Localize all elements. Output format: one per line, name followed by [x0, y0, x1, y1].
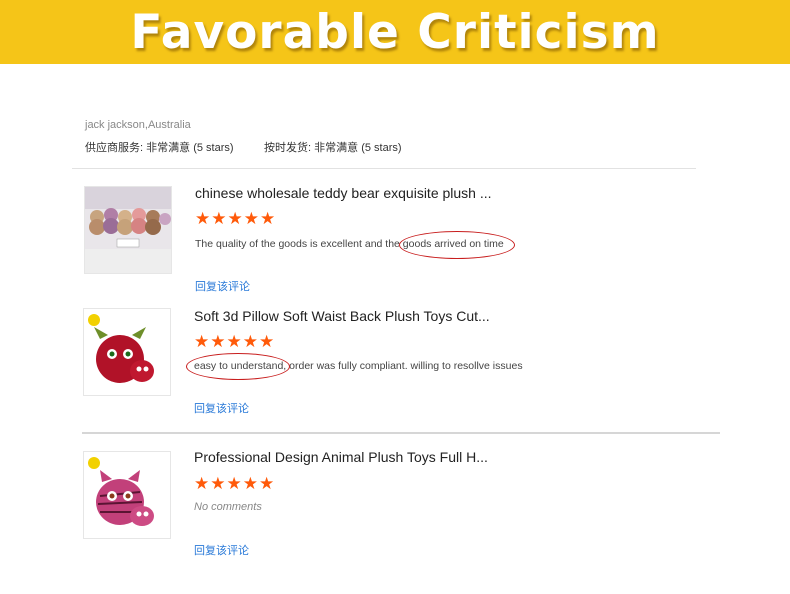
review-comment: No comments	[194, 501, 262, 513]
product-title[interactable]: chinese wholesale teddy bear exquisite p…	[195, 185, 492, 201]
rating-stars-icon: ★★★★★	[194, 474, 276, 493]
product-thumbnail[interactable]	[83, 308, 171, 396]
product-thumbnail[interactable]	[84, 186, 172, 274]
rating-stars-icon: ★★★★★	[194, 332, 276, 351]
review-divider	[82, 432, 720, 434]
reply-to-review-link[interactable]: 回复该评论	[194, 400, 249, 416]
shipping-value: 非常满意	[314, 142, 359, 154]
teddy-bears-photo-icon	[85, 187, 171, 273]
pink-zebra-plush-photo-icon	[84, 452, 170, 538]
supplier-service-value: 非常满意	[146, 142, 191, 154]
shipping-stars: (5 stars)	[361, 142, 402, 154]
reply-to-review-link[interactable]: 回复该评论	[194, 542, 249, 558]
review-comment: The quality of the goods is excellent an…	[195, 238, 504, 250]
product-title[interactable]: Soft 3d Pillow Soft Waist Back Plush Toy…	[194, 308, 490, 324]
reviewer-name: jack jackson,Australia	[85, 119, 191, 131]
red-plush-owl-photo-icon	[84, 309, 170, 395]
supplier-service-label: 供应商服务:	[85, 142, 144, 154]
banner-title: Favorable Criticism	[130, 4, 660, 60]
header-divider	[72, 168, 696, 169]
shipping-label: 按时发货:	[264, 142, 312, 154]
rating-stars-icon: ★★★★★	[195, 209, 277, 228]
header-banner: Favorable Criticism	[0, 0, 790, 64]
supplier-service-rating: 供应商服务: 非常满意 (5 stars)	[85, 139, 234, 155]
product-title[interactable]: Professional Design Animal Plush Toys Fu…	[194, 449, 488, 465]
product-thumbnail[interactable]	[83, 451, 171, 539]
shipping-rating: 按时发货: 非常满意 (5 stars)	[264, 139, 402, 155]
supplier-service-stars: (5 stars)	[193, 142, 234, 154]
reply-to-review-link[interactable]: 回复该评论	[195, 278, 250, 294]
review-comment: easy to understand, order was fully comp…	[194, 360, 523, 372]
